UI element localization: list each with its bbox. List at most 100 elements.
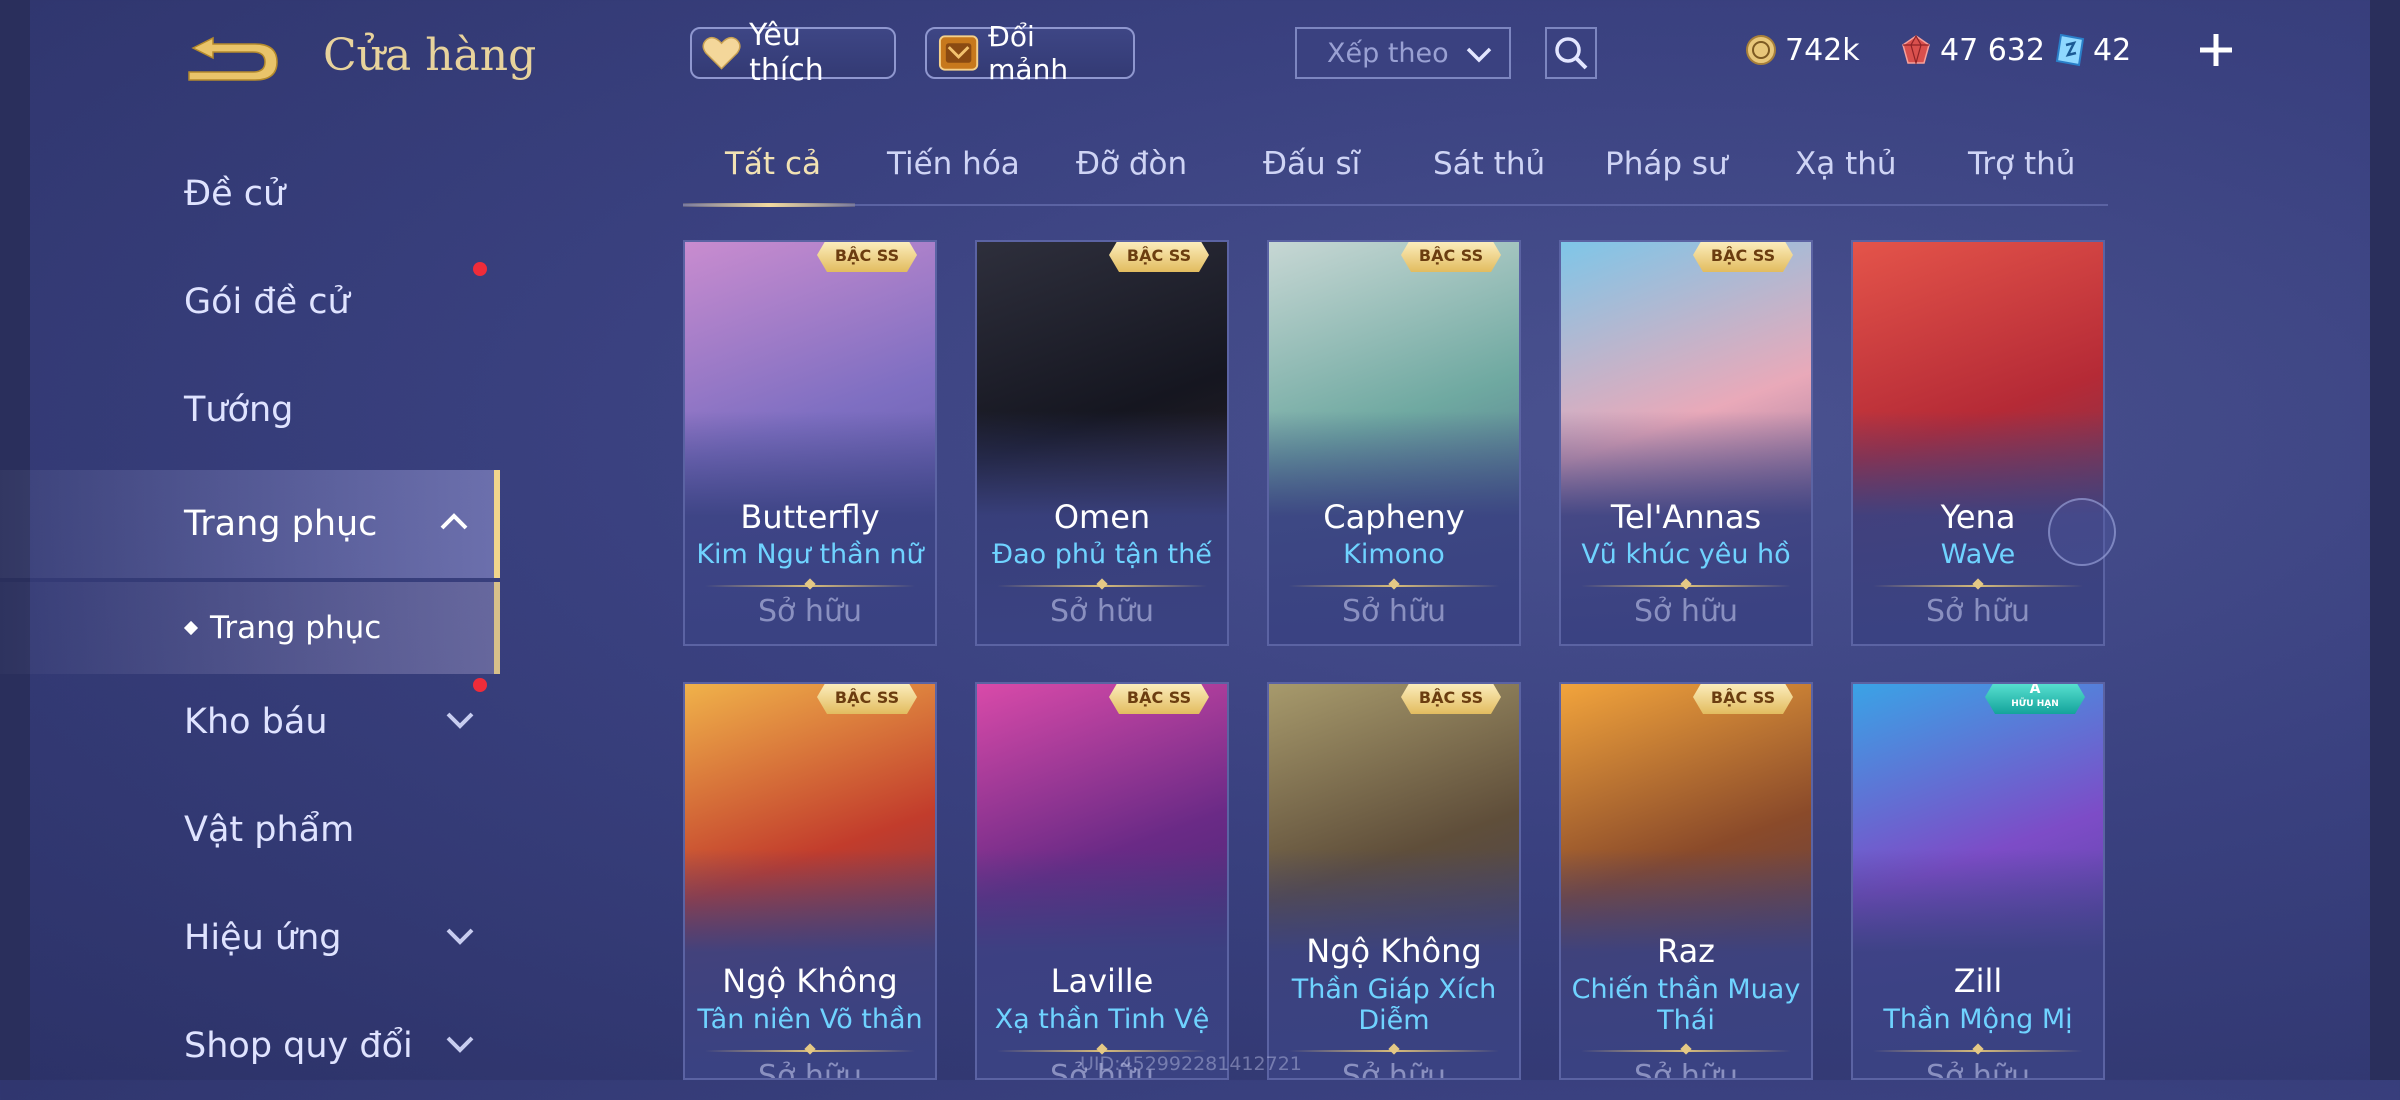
skin-name: Xạ thần Tinh Vệ	[994, 1004, 1210, 1035]
exchange-shards-button[interactable]: Đổi mảnh	[925, 20, 1135, 86]
tab-label: Đỡ đòn	[1076, 146, 1188, 182]
owned-status: Sở hữu	[758, 1059, 862, 1080]
tier-badge: BẬC SS	[817, 684, 917, 714]
hero-name: Ngộ Không	[1306, 932, 1482, 970]
voucher-currency: 42	[2055, 30, 2131, 70]
skin-card[interactable]: BẬC SS Omen Đao phủ tận thế Sở hữu	[975, 240, 1229, 646]
tab-fighter[interactable]: Đấu sĩ	[1263, 146, 1360, 182]
sidebar-subitem-skins[interactable]: Trang phục	[0, 582, 500, 674]
card-divider	[1581, 585, 1791, 587]
diamond-bullet-icon	[183, 620, 199, 636]
skin-name: Kimono	[1343, 539, 1445, 570]
sidebar-item-effects[interactable]: Hiệu ứng	[0, 884, 500, 992]
card-divider	[1289, 1050, 1499, 1052]
card-divider	[1873, 1050, 2083, 1052]
tier-badge: BẬC SS	[1109, 684, 1209, 714]
owned-status: Sở hữu	[1050, 594, 1154, 629]
tab-label: Sát thủ	[1433, 146, 1546, 182]
chevron-down-icon	[446, 1036, 474, 1053]
page-title: Cửa hàng	[323, 30, 537, 81]
sidebar-item-skins[interactable]: Trang phục	[0, 470, 500, 578]
tab-marksman[interactable]: Xạ thủ	[1795, 146, 1897, 182]
sidebar-item-recommended[interactable]: Đề cử	[0, 140, 500, 248]
tab-label: Pháp sư	[1605, 146, 1728, 182]
add-currency-button[interactable]	[2196, 30, 2236, 70]
sidebar-subitem-label: Trang phục	[210, 610, 382, 646]
search-icon	[1555, 37, 1588, 70]
plus-icon	[2200, 34, 2232, 66]
skin-card[interactable]: BẬC SS Capheny Kimono Sở hữu	[1267, 240, 1521, 646]
skin-card[interactable]: A HỮU HẠN Zill Thần Mộng Mị Sở hữu	[1851, 682, 2105, 1080]
tier-badge: BẬC SS	[817, 242, 917, 272]
sidebar-item-label: Trang phục	[184, 504, 378, 544]
skin-card[interactable]: BẬC SS Ngộ Không Tân niên Võ thần Sở hữu	[683, 682, 937, 1080]
sidebar-item-exchange-shop[interactable]: Shop quy đổi	[0, 992, 500, 1100]
tab-label: Đấu sĩ	[1263, 146, 1361, 182]
exchange-shards-label: Đổi mảnh	[988, 20, 1069, 86]
hero-name: Laville	[1050, 962, 1154, 1000]
card-divider	[705, 1050, 915, 1052]
card-divider	[1289, 585, 1499, 587]
sidebar-item-heroes[interactable]: Tướng	[0, 356, 500, 464]
skin-card[interactable]: BẬC SS Laville Xạ thần Tinh Vệ Sở hữu	[975, 682, 1229, 1080]
ruby-currency: 47 632	[1900, 30, 2045, 70]
card-divider	[705, 585, 915, 587]
tab-support[interactable]: Trợ thủ	[1968, 146, 2075, 182]
search-button[interactable]	[1545, 27, 1597, 79]
hero-name: Raz	[1657, 932, 1715, 970]
user-id-watermark: UID:452992281412721	[1080, 1053, 1302, 1075]
tab-tank[interactable]: Đỡ đòn	[1076, 146, 1187, 182]
skin-name: Thần Giáp Xích Diễm	[1291, 974, 1497, 1036]
badge-limited-label: HỮU HẠN	[2011, 699, 2059, 709]
tab-label: Tất cả	[725, 146, 821, 182]
skin-name: Kim Ngư thần nữ	[696, 539, 924, 570]
tab-evolution[interactable]: Tiến hóa	[887, 146, 1020, 182]
owned-status: Sở hữu	[1342, 594, 1446, 629]
tab-label: Trợ thủ	[1968, 146, 2076, 182]
owned-status: Sở hữu	[1634, 1059, 1738, 1080]
scroll-indicator[interactable]	[2048, 498, 2116, 566]
skin-card[interactable]: BẬC SS Butterfly Kim Ngư thần nữ Sở hữu	[683, 240, 937, 646]
back-button[interactable]	[185, 34, 281, 88]
chevron-down-icon	[446, 928, 474, 945]
chevron-down-icon	[446, 712, 474, 729]
gold-amount: 742k	[1785, 32, 1860, 68]
back-arrow-icon	[188, 36, 278, 81]
sidebar-item-items[interactable]: Vật phẩm	[0, 776, 500, 884]
chevron-down-icon	[1466, 47, 1492, 63]
owned-status: Sở hữu	[1926, 1059, 2030, 1080]
sort-placeholder: Xếp theo	[1327, 37, 1449, 69]
card-divider	[997, 1050, 1207, 1052]
tier-badge: BẬC SS	[1693, 242, 1793, 272]
sidebar-item-recommended-bundles[interactable]: Gói đề cử	[0, 248, 500, 356]
sidebar-item-label: Shop quy đổi	[184, 1026, 413, 1066]
notification-dot	[473, 678, 487, 692]
skin-card[interactable]: BẬC SS Raz Chiến thần Muay Thái Sở hữu	[1559, 682, 1813, 1080]
sidebar-item-treasure[interactable]: Kho báu	[0, 668, 500, 776]
notification-dot	[473, 262, 487, 276]
skin-card[interactable]: BẬC SS Tel'Annas Vũ khúc yêu hồ Sở hữu	[1559, 240, 1813, 646]
tier-badge: BẬC SS	[1401, 242, 1501, 272]
skin-name: Vũ khúc yêu hồ	[1581, 539, 1791, 570]
skin-card[interactable]: BẬC SS Ngộ Không Thần Giáp Xích Diễm Sở …	[1267, 682, 1521, 1080]
ruby-amount: 47 632	[1940, 32, 2045, 68]
tier-badge: BẬC SS	[1401, 684, 1501, 714]
voucher-icon	[2055, 33, 2085, 67]
tab-assassin[interactable]: Sát thủ	[1433, 146, 1545, 182]
owned-status: Sở hữu	[758, 594, 862, 629]
favorites-button[interactable]: Yêu thích	[690, 18, 896, 88]
sort-dropdown[interactable]: Xếp theo	[1295, 27, 1511, 79]
tab-label: Xạ thủ	[1795, 146, 1897, 182]
skin-card[interactable]: Yena WaVe Sở hữu	[1851, 240, 2105, 646]
tier-badge: BẬC SS	[1693, 684, 1793, 714]
tab-all[interactable]: Tất cả	[725, 146, 821, 182]
limited-badge: A HỮU HẠN	[1985, 684, 2085, 714]
skin-name: Thần Mộng Mị	[1883, 1004, 2073, 1035]
hero-name: Capheny	[1323, 498, 1465, 536]
sidebar-item-label: Vật phẩm	[184, 810, 355, 850]
tab-label: Tiến hóa	[887, 146, 1020, 182]
tab-mage[interactable]: Pháp sư	[1605, 146, 1728, 182]
sidebar-item-label: Tướng	[184, 390, 294, 430]
gold-coin-icon	[1746, 35, 1776, 65]
active-tab-underline	[683, 203, 855, 207]
